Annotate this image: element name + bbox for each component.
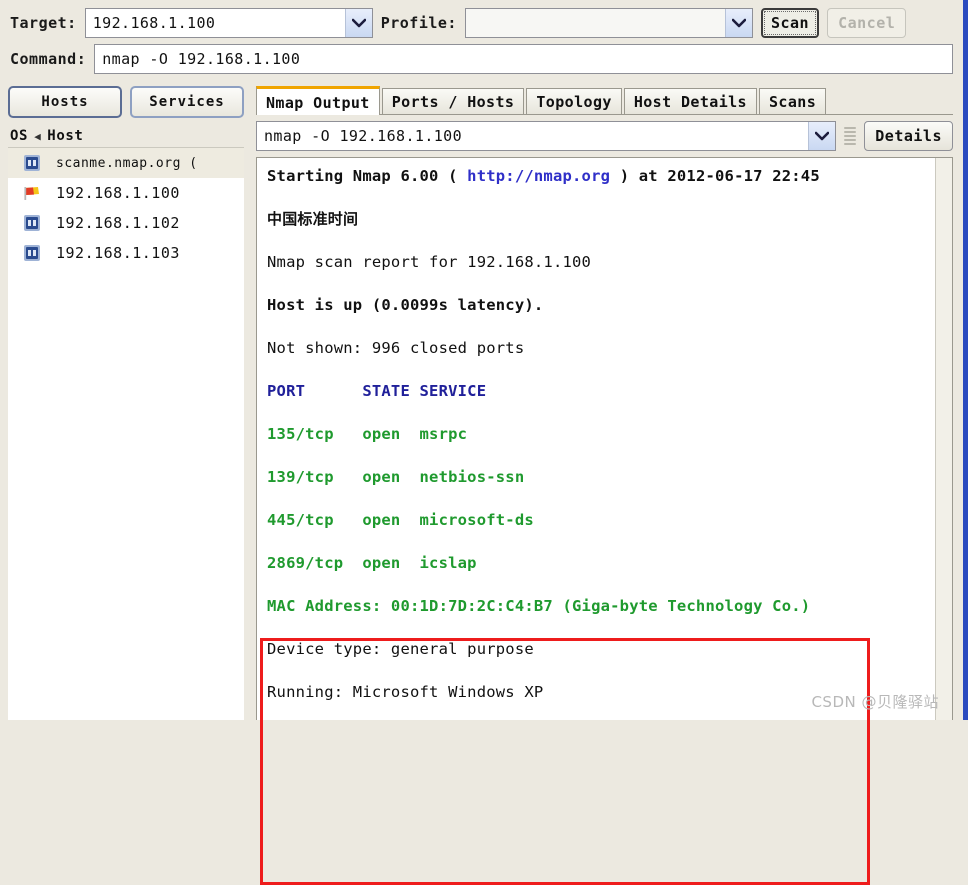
output-line: 2869/tcp open icslap bbox=[267, 553, 929, 575]
profile-label: Profile: bbox=[380, 14, 457, 32]
output-text: Device type: general purpose bbox=[267, 640, 534, 658]
output-text: 中国标准时间 bbox=[267, 210, 359, 228]
output-link[interactable]: http://nmap.org bbox=[467, 167, 610, 185]
drag-handle-icon[interactable] bbox=[844, 123, 857, 149]
output-text: Starting Nmap 6.00 ( bbox=[267, 167, 468, 185]
scan-button[interactable]: Scan bbox=[760, 8, 820, 38]
profile-combobox[interactable] bbox=[464, 8, 753, 38]
output-line: 445/tcp open microsoft-ds bbox=[267, 510, 929, 532]
chevron-down-icon[interactable] bbox=[724, 9, 752, 37]
list-item[interactable]: 192.168.1.103 bbox=[8, 238, 244, 268]
output-text: Host is up (0.0099s latency). bbox=[267, 296, 544, 314]
main-tabstrip: Nmap Output Ports / Hosts Topology Host … bbox=[256, 86, 953, 115]
output-selector-value[interactable]: nmap -O 192.168.1.100 bbox=[257, 122, 808, 150]
details-button[interactable]: Details bbox=[864, 121, 953, 151]
output-line: 135/tcp open msrpc bbox=[267, 424, 929, 446]
output-line: PORT STATE SERVICE bbox=[267, 381, 929, 403]
chevron-down-icon[interactable] bbox=[808, 122, 836, 150]
host-name: scanme.nmap.org ( bbox=[56, 155, 198, 171]
os-windows-icon bbox=[22, 243, 42, 263]
list-item[interactable]: 192.168.1.102 bbox=[8, 208, 244, 238]
output-scrollbar[interactable] bbox=[935, 158, 952, 720]
tab-topology[interactable]: Topology bbox=[526, 88, 622, 114]
output-line: MAC Address: 00:1D:7D:2C:C4:B7 (Giga-byt… bbox=[267, 596, 929, 618]
profile-input[interactable] bbox=[466, 9, 725, 37]
list-item[interactable]: 192.168.1.100 bbox=[8, 178, 244, 208]
tab-scans[interactable]: Scans bbox=[758, 88, 827, 114]
target-label: Target: bbox=[10, 14, 77, 32]
main-split: Hosts Services OS ◀ Host scanme.nmap.org… bbox=[0, 82, 963, 885]
os-windows-icon bbox=[22, 213, 42, 233]
output-selector-combobox[interactable]: nmap -O 192.168.1.100 bbox=[256, 121, 837, 151]
output-line: 139/tcp open netbios-ssn bbox=[267, 467, 929, 489]
host-list[interactable]: scanme.nmap.org ( 192.168.1.100 192.168.… bbox=[8, 148, 244, 720]
nmap-output-panel: Starting Nmap 6.00 ( http://nmap.org ) a… bbox=[256, 157, 953, 885]
output-line: Device type: general purpose bbox=[267, 639, 929, 661]
output-line: Not shown: 996 closed ports bbox=[267, 338, 929, 360]
list-item[interactable]: scanme.nmap.org ( bbox=[8, 148, 244, 178]
tab-hosts[interactable]: Hosts bbox=[8, 86, 122, 118]
scan-toolbar: Target: 192.168.1.100 Profile: Scan Canc… bbox=[0, 0, 963, 42]
cancel-button: Cancel bbox=[827, 8, 907, 38]
nmap-output-text[interactable]: Starting Nmap 6.00 ( http://nmap.org ) a… bbox=[257, 158, 935, 720]
target-input[interactable]: 192.168.1.100 bbox=[86, 9, 345, 37]
output-text: Running: Microsoft Windows XP bbox=[267, 683, 544, 701]
os-flag-icon bbox=[22, 183, 42, 203]
watermark: CSDN @贝隆驿站 bbox=[811, 693, 939, 711]
hosts-services-tabs: Hosts Services bbox=[8, 86, 244, 118]
tab-nmap-output[interactable]: Nmap Output bbox=[256, 86, 380, 115]
command-input[interactable]: nmap -O 192.168.1.100 bbox=[94, 44, 953, 74]
output-line: Host is up (0.0099s latency). bbox=[267, 295, 929, 317]
output-text: 2869/tcp open icslap bbox=[267, 554, 477, 572]
output-text: ) at 2012-06-17 22:45 bbox=[610, 167, 820, 185]
left-pane: Hosts Services OS ◀ Host scanme.nmap.org… bbox=[0, 82, 250, 720]
zenmap-window: Target: 192.168.1.100 Profile: Scan Canc… bbox=[0, 0, 968, 885]
output-text: Not shown: 996 closed ports bbox=[267, 339, 525, 357]
output-line: 中国标准时间 bbox=[267, 209, 929, 231]
host-name: 192.168.1.103 bbox=[56, 244, 180, 262]
output-text: 135/tcp open msrpc bbox=[267, 425, 468, 443]
target-combobox[interactable]: 192.168.1.100 bbox=[84, 8, 373, 38]
output-line: Nmap scan report for 192.168.1.100 bbox=[267, 252, 929, 274]
command-label: Command: bbox=[10, 50, 87, 68]
output-text: 139/tcp open netbios-ssn bbox=[267, 468, 525, 486]
column-host-label[interactable]: Host bbox=[47, 128, 83, 144]
output-line: Starting Nmap 6.00 ( http://nmap.org ) a… bbox=[267, 166, 929, 188]
host-list-column-header: OS ◀ Host bbox=[8, 128, 244, 148]
host-name: 192.168.1.102 bbox=[56, 214, 180, 232]
tab-services[interactable]: Services bbox=[130, 86, 244, 118]
right-pane: Nmap Output Ports / Hosts Topology Host … bbox=[250, 82, 963, 885]
output-text: PORT STATE SERVICE bbox=[267, 382, 487, 400]
column-os-label[interactable]: OS bbox=[10, 128, 28, 144]
tab-host-details[interactable]: Host Details bbox=[623, 88, 757, 114]
os-windows-icon bbox=[22, 153, 42, 173]
tab-ports-hosts[interactable]: Ports / Hosts bbox=[381, 88, 525, 114]
command-row: Command: nmap -O 192.168.1.100 bbox=[0, 42, 963, 82]
output-text: MAC Address: 00:1D:7D:2C:C4:B7 (Giga-byt… bbox=[267, 597, 811, 615]
output-text: Nmap scan report for 192.168.1.100 bbox=[267, 253, 592, 271]
sort-arrow-icon: ◀ bbox=[34, 129, 42, 143]
host-name: 192.168.1.100 bbox=[56, 184, 180, 202]
chevron-down-icon[interactable] bbox=[344, 9, 372, 37]
output-text: 445/tcp open microsoft-ds bbox=[267, 511, 534, 529]
output-toolbar: nmap -O 192.168.1.100 Details bbox=[256, 115, 953, 157]
